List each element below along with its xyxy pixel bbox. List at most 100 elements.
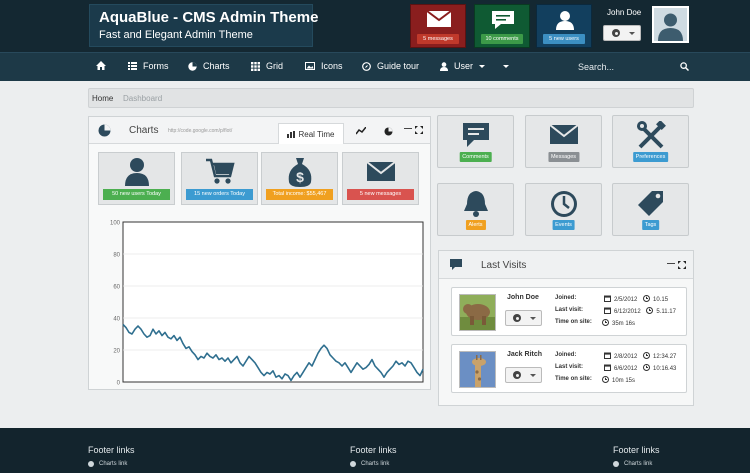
last-visit-value: 6/12/2012 5.11.17 — [604, 307, 676, 315]
search-input[interactable] — [571, 59, 696, 75]
visitor-photo — [459, 351, 496, 388]
giraffe-photo — [460, 352, 495, 387]
footer-link-label: Charts link — [361, 461, 390, 467]
clock-icon — [643, 295, 651, 302]
stat-new-users-label: 50 new users Today — [103, 189, 170, 200]
stat-total-income-label: Total income: $55,467 — [266, 189, 333, 200]
tile-comments[interactable]: Comments — [437, 115, 514, 168]
charts-panel-title: Charts — [129, 125, 159, 136]
footer-link[interactable]: Charts link — [613, 461, 660, 467]
brand[interactable]: AquaBlue - CMS Admin Theme Fast and Eleg… — [89, 4, 318, 47]
tile-alerts-label: Alerts — [465, 220, 486, 230]
search-icon[interactable] — [680, 62, 689, 71]
last-visit-time: 5.11.17 — [656, 309, 676, 315]
bear-photo — [460, 295, 495, 330]
minimize-icon[interactable]: — — [667, 259, 675, 268]
visitor-actions-button[interactable] — [505, 367, 542, 383]
gear-icon — [612, 29, 620, 37]
bullet-icon — [613, 461, 619, 467]
chevron-down-icon — [503, 65, 509, 68]
nav-icons[interactable]: Icons — [305, 61, 343, 71]
breadcrumb-home-link[interactable]: Home — [92, 94, 113, 103]
last-visit-date: 6/6/2012 — [614, 366, 638, 372]
avatar[interactable] — [652, 6, 689, 43]
messages-badge: 5 messages — [417, 34, 459, 44]
compass-icon — [362, 61, 371, 71]
nav-forms[interactable]: Forms — [128, 61, 169, 71]
clock-icon — [643, 352, 651, 359]
tile-events-label: Events — [552, 220, 575, 230]
last-visit-time: 10:16.43 — [653, 366, 677, 372]
footer-column: Footer links Charts link — [350, 445, 397, 467]
envelope-icon — [365, 161, 396, 181]
y-tick-label: 40 — [113, 317, 120, 323]
user-name: John Doe — [607, 8, 642, 17]
footer-link-label: Charts link — [99, 461, 128, 467]
footer-link[interactable]: Charts link — [350, 461, 397, 467]
tab-real-time[interactable]: Real Time — [278, 123, 344, 144]
header-comments-button[interactable]: 10 comments — [474, 4, 530, 48]
nav-charts[interactable]: Charts — [188, 61, 230, 71]
tile-messages-label: Messages — [547, 152, 580, 162]
header-messages-button[interactable]: 5 messages — [410, 4, 466, 48]
stat-new-messages-label: 5 new messages — [347, 189, 414, 200]
users-badge: 5 new users — [543, 34, 585, 44]
top-header: AquaBlue - CMS Admin Theme Fast and Eleg… — [0, 0, 750, 52]
minimize-icon[interactable]: — — [404, 124, 412, 133]
time-on-site: 10m 15s — [612, 378, 636, 384]
last-visit-label: Last visit: — [555, 307, 584, 313]
joined-date: 2/5/2012 — [614, 297, 638, 303]
line-chart-tab-icon[interactable] — [356, 127, 366, 135]
calendar-icon — [604, 295, 611, 302]
gear-icon — [513, 314, 521, 322]
nav-forms-label: Forms — [143, 61, 169, 71]
footer-link[interactable]: Charts link — [88, 461, 135, 467]
time-on-site-value: 35m 16s — [602, 319, 635, 327]
visit-card: Jack Ritch Joined: 2/8/2012 12:34.27 Las… — [451, 344, 687, 393]
last-visits-panel: Last Visits — John Doe Joined: 2/5/2012 … — [438, 250, 694, 406]
brand-title: AquaBlue - CMS Admin Theme — [99, 9, 319, 26]
nav-home[interactable] — [96, 61, 106, 70]
nav-more-dropdown[interactable] — [503, 65, 509, 68]
user-icon — [124, 158, 149, 186]
visitor-actions-button[interactable] — [505, 310, 542, 326]
pie-chart-tab-icon[interactable] — [384, 127, 393, 136]
bar-chart-icon — [287, 130, 296, 138]
joined-value: 2/8/2012 12:34.27 — [604, 352, 676, 360]
chevron-down-icon — [530, 317, 536, 320]
grid-icon — [251, 61, 260, 71]
chevron-down-icon — [479, 64, 486, 68]
charts-source-url[interactable]: http://code.google.com/p/flot/ — [168, 128, 232, 134]
y-tick-label: 80 — [113, 253, 120, 259]
user-settings-button[interactable] — [603, 25, 641, 41]
footer-link-label: Charts link — [624, 461, 653, 467]
home-icon — [96, 61, 106, 70]
nav-guide-tour[interactable]: Guide tour — [362, 61, 419, 71]
stat-total-income[interactable]: $ Total income: $55,467 — [261, 152, 338, 205]
time-on-site-value: 10m 15s — [602, 376, 635, 384]
joined-date: 2/8/2012 — [614, 354, 638, 360]
tile-messages[interactable]: Messages — [525, 115, 602, 168]
comments-badge: 10 comments — [481, 34, 523, 44]
tile-alerts[interactable]: Alerts — [437, 183, 514, 236]
stat-new-orders-label: 15 new orders Today — [186, 189, 253, 200]
tile-events[interactable]: Events — [525, 183, 602, 236]
tab-real-time-label: Real Time — [298, 129, 335, 139]
comment-icon — [462, 123, 489, 147]
stat-new-orders[interactable]: 15 new orders Today — [181, 152, 258, 205]
last-visit-value: 6/6/2012 10:16.43 — [604, 364, 676, 372]
stat-new-messages[interactable]: 5 new messages — [342, 152, 419, 205]
chevron-down-icon — [530, 374, 536, 377]
header-users-button[interactable]: 5 new users — [536, 4, 592, 48]
clock-icon — [602, 319, 609, 326]
fullscreen-icon[interactable] — [678, 261, 686, 269]
comment-icon — [492, 11, 514, 29]
nav-grid[interactable]: Grid — [251, 61, 283, 71]
envelope-icon — [548, 124, 579, 144]
stat-new-users[interactable]: 50 new users Today — [98, 152, 175, 205]
tile-preferences[interactable]: Preferences — [612, 115, 689, 168]
tile-tags[interactable]: Tags — [612, 183, 689, 236]
footer-column-title: Footer links — [613, 445, 660, 455]
fullscreen-icon[interactable] — [415, 126, 423, 134]
nav-user-menu[interactable]: User — [440, 61, 486, 71]
